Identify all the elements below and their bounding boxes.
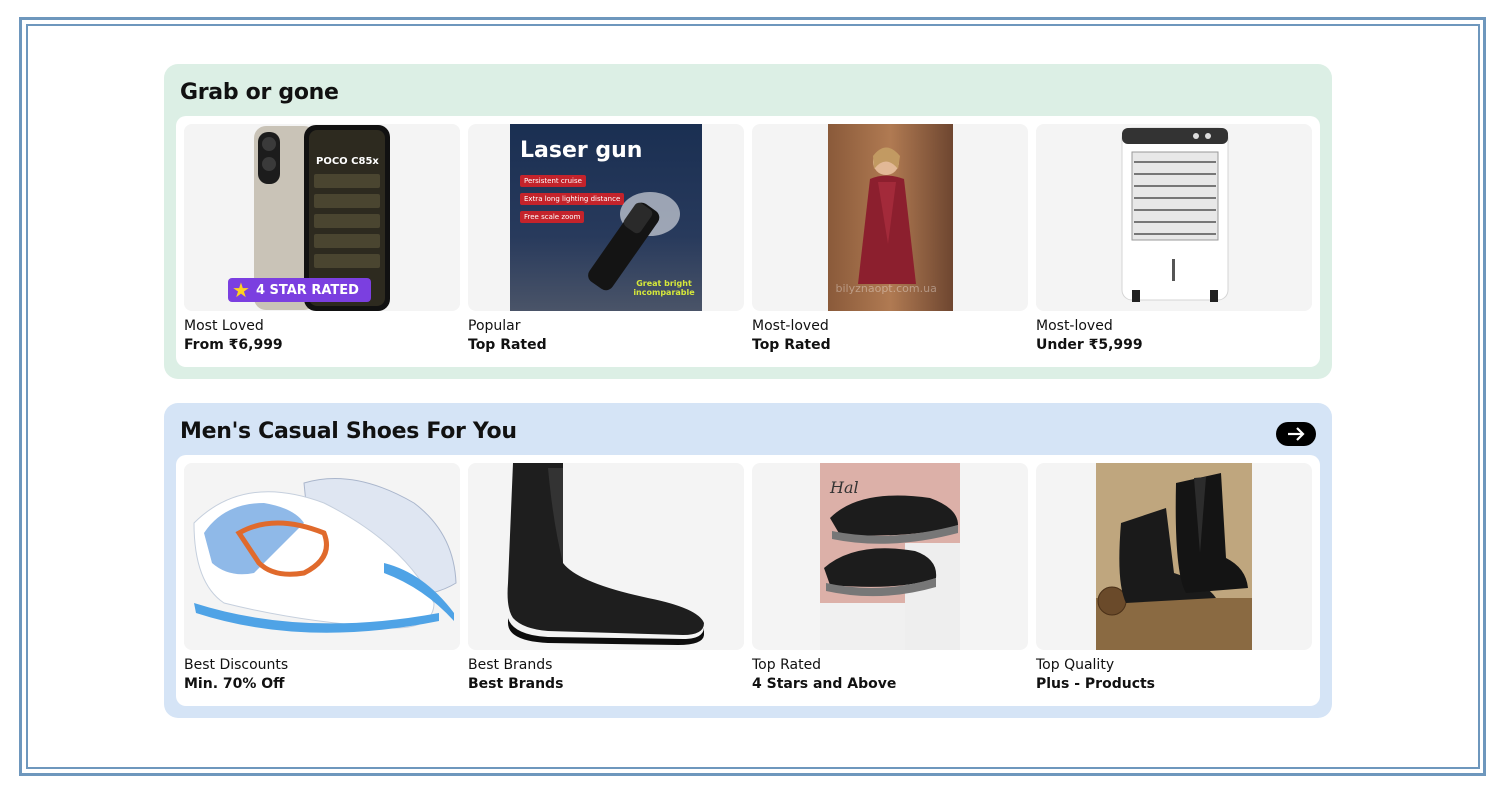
card-value: 4 Stars and Above [752,676,897,692]
card-value: Min. 70% Off [184,676,285,692]
card-label: Most-loved [1036,318,1113,334]
svg-text:Hal: Hal [829,478,859,497]
leather-boots-image[interactable] [1036,463,1312,650]
air-cooler-image[interactable] [1036,124,1312,311]
section-title: Men's Casual Shoes For You [180,419,517,444]
laser-flashlight-image[interactable]: Laser gun Persistent cruise Extra long l… [468,124,744,311]
card-value: From ₹6,999 [184,337,283,353]
section-title: Grab or gone [180,80,339,105]
arrow-right-icon [1288,427,1305,441]
product-card[interactable]: Top Quality Plus - Products [1036,463,1312,692]
product-card[interactable]: Hal Top Rated 4 Stars and Above [752,463,1028,692]
phone-brand-text: POCO C85x [316,156,379,167]
image-watermark: bilyznaopt.com.ua [835,282,937,295]
product-card[interactable]: POCO C85x ★ 4 STAR RATED Most Loved From… [184,124,460,353]
product-card[interactable]: Best Brands Best Brands [468,463,744,692]
product-card[interactable]: Best Discounts Min. 70% Off [184,463,460,692]
card-label: Popular [468,318,521,334]
running-shoes-image[interactable] [184,463,460,650]
card-value: Top Rated [468,337,547,353]
product-card[interactable]: bilyznaopt.com.ua Most-loved Top Rated [752,124,1028,353]
poco-phone-image[interactable]: POCO C85x ★ 4 STAR RATED [184,124,460,311]
star-rated-badge: ★ 4 STAR RATED [228,278,371,302]
product-card[interactable]: Most-loved Under ₹5,999 [1036,124,1312,353]
card-value: Plus - Products [1036,676,1156,692]
star-icon: ★ [232,278,250,302]
grab-or-gone-section: Grab or gone POCO C85x ★ 4 STAR RATED Mo… [164,64,1332,379]
mens-casual-shoes-section: Men's Casual Shoes For You Best Discount… [164,403,1332,718]
card-value: Under ₹5,999 [1036,337,1143,353]
ad-corner-text: Great bright incomparable [633,279,695,297]
card-label: Best Brands [468,657,553,673]
card-label: Most-loved [752,318,829,334]
view-all-arrow-button[interactable] [1276,422,1316,446]
black-sneakers-image[interactable]: Hal [752,463,1028,650]
product-card[interactable]: Laser gun Persistent cruise Extra long l… [468,124,744,353]
card-value: Best Brands [468,676,564,692]
card-label: Top Rated [752,657,822,673]
card-label: Best Discounts [184,657,289,673]
card-value: Top Rated [752,337,831,353]
card-label: Top Quality [1036,657,1115,673]
card-label: Most Loved [184,318,264,334]
chelsea-boot-image[interactable] [468,463,744,650]
badge-text: 4 STAR RATED [255,282,359,298]
product-cards-container: POCO C85x ★ 4 STAR RATED Most Loved From… [176,116,1320,367]
product-cards-container: Best Discounts Min. 70% Off Best Brands … [176,455,1320,706]
satin-robe-image[interactable]: bilyznaopt.com.ua [752,124,1028,311]
